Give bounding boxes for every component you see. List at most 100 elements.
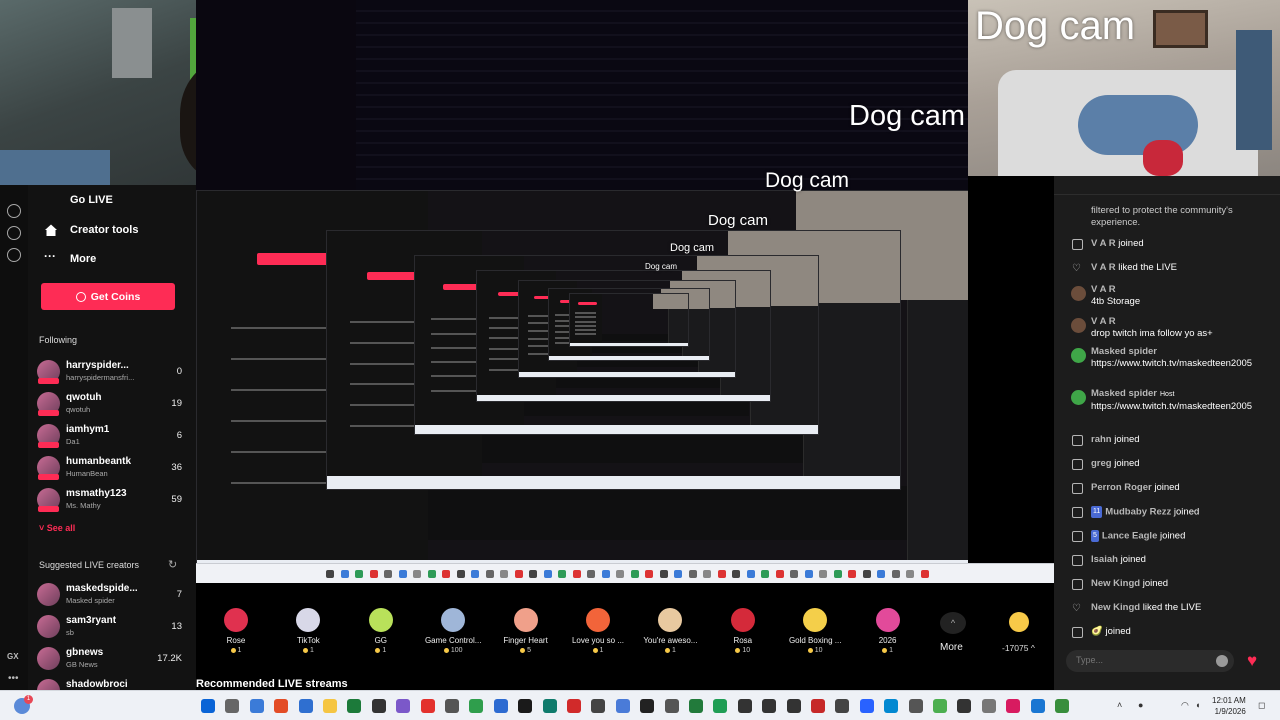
- taskbar-app-icon[interactable]: [274, 699, 289, 713]
- taskbar-app-icon[interactable]: [640, 699, 655, 713]
- taskbar-app-icon[interactable]: [420, 699, 435, 713]
- chat-username[interactable]: V A R: [1091, 316, 1116, 327]
- chat-username[interactable]: V A R: [1091, 262, 1116, 273]
- taskbar-app-icon[interactable]: [1006, 699, 1021, 713]
- see-all-link[interactable]: ˅ See all: [39, 523, 75, 533]
- taskbar-app-icon[interactable]: [201, 699, 215, 713]
- taskbar-app-icon[interactable]: [1030, 699, 1045, 713]
- suggested-user[interactable]: maskedspide... Masked spider 7: [37, 580, 182, 608]
- taskbar-app-icon[interactable]: [786, 699, 801, 713]
- chevron-up-icon[interactable]: ˄: [1117, 700, 1122, 710]
- widgets-icon[interactable]: 1: [14, 695, 33, 714]
- nav-creator-tools[interactable]: Creator tools: [44, 223, 138, 237]
- chat-username[interactable]: V A R: [1091, 284, 1116, 295]
- taskbar-app-icon[interactable]: [298, 699, 313, 713]
- taskbar-app-icon[interactable]: [249, 699, 264, 713]
- taskbar-app-icon[interactable]: [445, 699, 459, 713]
- join-icon: [1072, 579, 1083, 590]
- join-icon: [1072, 531, 1083, 542]
- gift-item[interactable]: You're aweso... 1: [633, 608, 707, 654]
- speaker-icon[interactable]: ◖: [1195, 700, 1200, 710]
- taskbar-app-icon[interactable]: [859, 699, 874, 713]
- clock-icon[interactable]: [7, 204, 21, 218]
- taskbar-app-icon[interactable]: [957, 699, 972, 713]
- taskbar-app-icon[interactable]: [323, 699, 337, 713]
- nav-go-live[interactable]: Go LIVE: [70, 194, 113, 206]
- taskbar-clock[interactable]: 12:01 AM 1/9/2026: [1212, 695, 1246, 717]
- taskbar-app-icon[interactable]: [664, 699, 679, 713]
- gift-item[interactable]: GG 1: [344, 608, 418, 654]
- taskbar-app-icon[interactable]: [567, 699, 581, 713]
- taskbar-app-icon[interactable]: [396, 699, 411, 713]
- following-user[interactable]: iamhym1 Da1 6: [37, 421, 182, 449]
- taskbar-app-icon[interactable]: [811, 699, 825, 713]
- gift-item[interactable]: Finger Heart 5: [489, 608, 563, 654]
- like-heart-icon[interactable]: ♥: [1242, 651, 1262, 671]
- settings-icon[interactable]: [7, 248, 21, 262]
- gift-item[interactable]: Rosa 10: [706, 608, 780, 654]
- chat-username[interactable]: Lance Eagle: [1102, 531, 1157, 542]
- toolbar-icon: [920, 570, 929, 578]
- taskbar-app-icon[interactable]: [371, 699, 386, 713]
- chat-username[interactable]: Masked spider: [1091, 388, 1157, 399]
- following-user[interactable]: msmathy123 Ms. Mathy 59: [37, 485, 182, 513]
- dog-cam-echo-title: Dog cam: [670, 242, 715, 254]
- taskbar-app-icon[interactable]: [225, 699, 240, 713]
- taskbar-app-icon[interactable]: [737, 699, 752, 713]
- following-user[interactable]: qwotuh qwotuh 19: [37, 389, 182, 417]
- taskbar-app-icon[interactable]: [835, 699, 850, 713]
- chat-text: joined: [1154, 482, 1180, 493]
- taskbar-app-icon[interactable]: [884, 699, 899, 713]
- gift-item[interactable]: 2026 1: [851, 608, 925, 654]
- taskbar-app-icon[interactable]: [518, 699, 533, 713]
- suggested-user[interactable]: gbnews GB News 17.2K: [37, 644, 182, 672]
- chat-text-field[interactable]: [1076, 655, 1206, 665]
- chat-username[interactable]: greg: [1091, 458, 1112, 469]
- notification-bell-icon[interactable]: ◻: [1258, 700, 1265, 711]
- gift-item[interactable]: Love you so ... 1: [561, 608, 635, 654]
- chat-username[interactable]: V A R: [1091, 238, 1116, 249]
- taskbar-app-icon[interactable]: [591, 699, 606, 713]
- taskbar-app-icon[interactable]: [493, 699, 508, 713]
- suggested-user[interactable]: shadowbroci: [37, 676, 182, 690]
- suggested-user[interactable]: sam3ryant sb 13: [37, 612, 182, 640]
- get-coins-button[interactable]: Get Coins: [41, 283, 175, 310]
- taskbar-app-icon[interactable]: [615, 699, 630, 713]
- taskbar-app-icon[interactable]: [933, 699, 947, 713]
- taskbar-app-icon[interactable]: [981, 699, 996, 713]
- taskbar-app-icon[interactable]: [542, 699, 557, 713]
- following-user[interactable]: harryspider... harryspidermansfri... 0: [37, 357, 182, 385]
- gift-item[interactable]: Game Control... 100: [416, 608, 490, 654]
- chat-input[interactable]: [1066, 650, 1234, 672]
- microphone-icon[interactable]: ●: [1138, 700, 1143, 710]
- chat-username[interactable]: Perron Roger: [1091, 482, 1152, 493]
- taskbar-app-icon[interactable]: [713, 699, 728, 713]
- wifi-icon[interactable]: ◠: [1181, 700, 1189, 711]
- nav-more[interactable]: ··· More: [44, 250, 96, 266]
- gift-more-button[interactable]: ^: [940, 612, 966, 634]
- more-dots-icon[interactable]: •••: [8, 673, 19, 684]
- chat-username[interactable]: Mudbaby Rezz: [1105, 507, 1171, 518]
- chat-username[interactable]: rahn: [1091, 434, 1112, 445]
- chat-username[interactable]: New Kingd: [1091, 602, 1140, 613]
- taskbar-app-icon[interactable]: [1055, 699, 1069, 713]
- chat-username[interactable]: Masked spider: [1091, 346, 1157, 357]
- gift-item[interactable]: TikTok 1: [271, 608, 345, 654]
- taskbar-app-icon[interactable]: [347, 699, 362, 713]
- compass-icon[interactable]: [7, 226, 21, 240]
- refresh-icon[interactable]: ↻: [168, 558, 177, 571]
- taskbar-app-icon[interactable]: [762, 699, 777, 713]
- following-user[interactable]: humanbeantk HumanBean 36: [37, 453, 182, 481]
- chat-username[interactable]: New Kingd: [1091, 578, 1140, 589]
- live-chat-panel: filtered to protect the community's expe…: [1054, 176, 1280, 690]
- emoji-icon[interactable]: [1216, 655, 1228, 667]
- taskbar-app-icon[interactable]: [689, 699, 703, 713]
- gift-item[interactable]: Gold Boxing ... 10: [778, 608, 852, 654]
- taskbar-app-icon[interactable]: [908, 699, 923, 713]
- taskbar-app-icon[interactable]: [469, 699, 484, 713]
- chat-username[interactable]: Isaiah: [1091, 554, 1118, 565]
- coin-balance[interactable]: -17075 ^: [1002, 643, 1035, 653]
- coin-balance-icon[interactable]: [1009, 612, 1029, 632]
- gift-item[interactable]: Rose 1: [199, 608, 273, 654]
- chat-username[interactable]: 🥑: [1091, 626, 1103, 637]
